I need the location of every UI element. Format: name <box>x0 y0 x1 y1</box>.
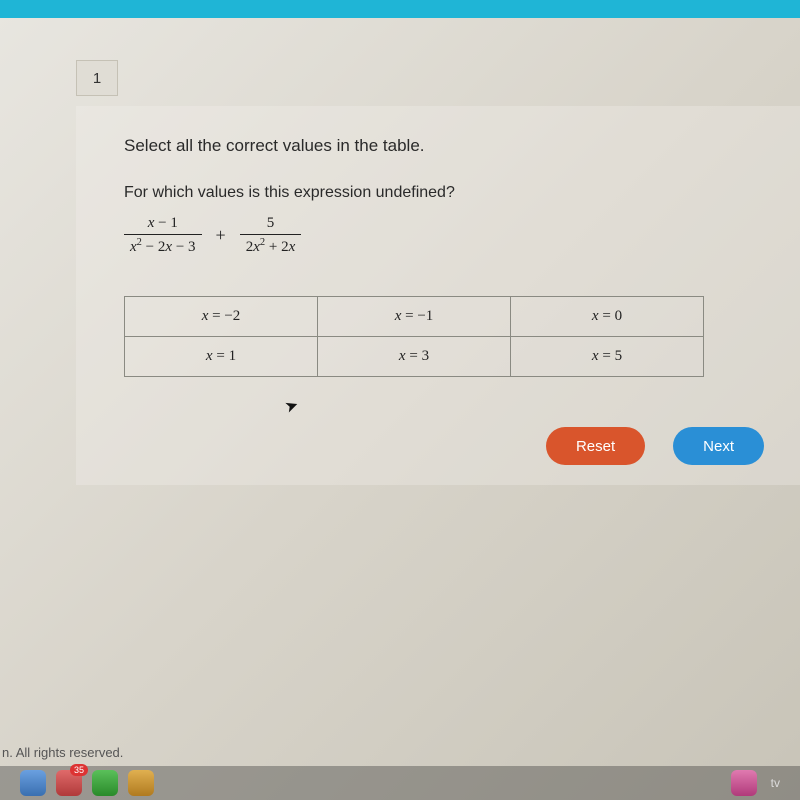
dock-app-icon[interactable]: 35 <box>56 770 82 796</box>
content-area: 1 Select all the correct values in the t… <box>0 60 800 485</box>
dock-app-icon[interactable] <box>731 770 757 796</box>
dock-app-icon[interactable] <box>20 770 46 796</box>
fraction-1-denominator: x2 − 2x − 3 <box>124 234 202 256</box>
copyright-footer: n. All rights reserved. <box>0 745 123 760</box>
next-button[interactable]: Next <box>673 427 764 465</box>
reset-button[interactable]: Reset <box>546 427 645 465</box>
table-row: x = 1 x = 3 x = 5 <box>125 337 704 377</box>
instruction-text: Select all the correct values in the tab… <box>124 136 780 156</box>
tab-label: 1 <box>93 70 101 87</box>
tab-row: 1 <box>76 60 800 96</box>
option-cell[interactable]: x = 0 <box>511 297 704 337</box>
macos-dock: 35 tv <box>0 766 800 800</box>
option-cell[interactable]: x = 3 <box>318 337 511 377</box>
option-cell[interactable]: x = 1 <box>125 337 318 377</box>
dock-app-icon[interactable] <box>128 770 154 796</box>
question-tab-1[interactable]: 1 <box>76 60 118 96</box>
dock-app-icon[interactable] <box>92 770 118 796</box>
option-cell[interactable]: x = −1 <box>318 297 511 337</box>
apple-tv-icon[interactable]: tv <box>767 776 780 790</box>
button-row: Reset Next <box>124 427 764 465</box>
option-cell[interactable]: x = 5 <box>511 337 704 377</box>
answer-table: x = −2 x = −1 x = 0 x = 1 x = 3 x = 5 <box>124 296 704 377</box>
question-panel: Select all the correct values in the tab… <box>76 106 800 485</box>
fraction-2: 5 2x2 + 2x <box>240 214 302 256</box>
mouse-cursor-icon: ➤ <box>282 394 301 417</box>
option-cell[interactable]: x = −2 <box>125 297 318 337</box>
dock-right-group: tv <box>731 770 780 796</box>
fraction-2-numerator: 5 <box>261 214 281 234</box>
table-row: x = −2 x = −1 x = 0 <box>125 297 704 337</box>
math-expression: x − 1 x2 − 2x − 3 + 5 2x2 + 2x <box>124 214 780 256</box>
plus-sign: + <box>214 225 228 246</box>
window-title-bar <box>0 0 800 18</box>
fraction-1-numerator: x − 1 <box>142 214 184 234</box>
fraction-1: x − 1 x2 − 2x − 3 <box>124 214 202 256</box>
notification-badge: 35 <box>70 764 88 776</box>
fraction-2-denominator: 2x2 + 2x <box>240 234 302 256</box>
prompt-text: For which values is this expression unde… <box>124 184 780 202</box>
dock-left-group: 35 <box>20 770 154 796</box>
